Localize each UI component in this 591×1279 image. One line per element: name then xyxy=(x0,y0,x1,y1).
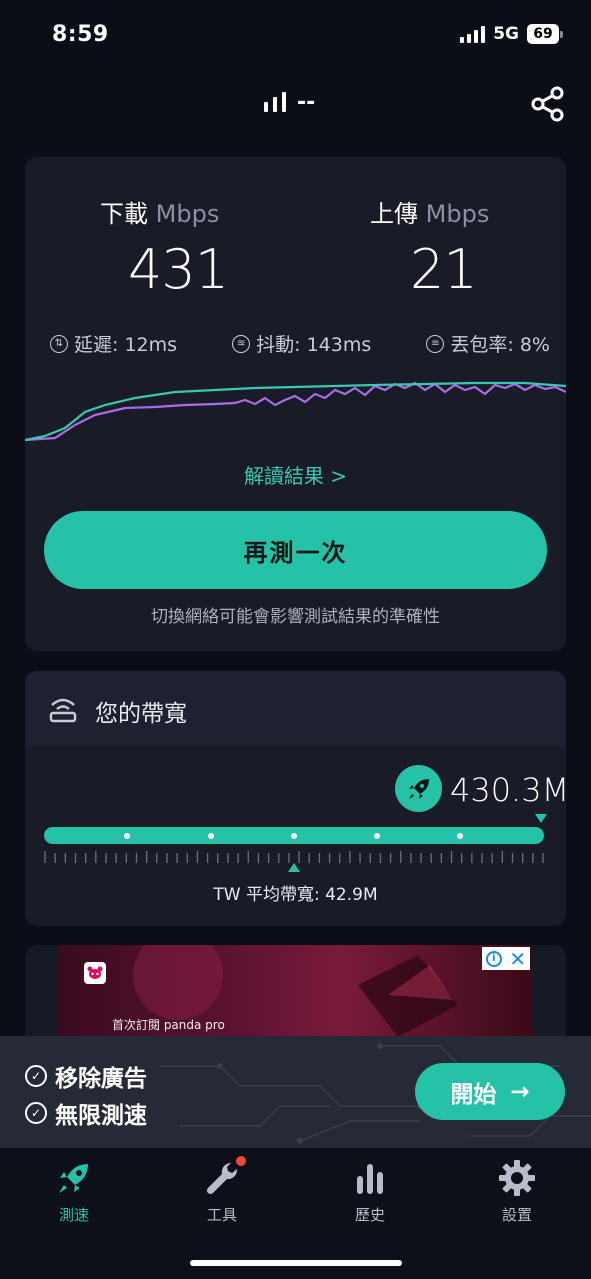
upload-unit: Mbps xyxy=(425,200,490,228)
network-hint: 切換網絡可能會影響測試結果的準確性 xyxy=(151,607,440,627)
notification-dot xyxy=(236,1156,246,1166)
jitter-stat: ≋ 抖動: 143ms xyxy=(232,330,371,357)
packet-loss-text: 丟包率: 8% xyxy=(450,334,550,356)
average-bandwidth-label: TW 平均帶寬: 42.9M xyxy=(213,885,378,905)
download-unit: Mbps xyxy=(155,200,220,228)
ad-info-icon[interactable]: i xyxy=(485,950,502,967)
battery-icon: 69 xyxy=(527,24,563,44)
upload-title: 上傳 xyxy=(370,200,418,228)
latency-text: 延遲: 12ms xyxy=(74,334,178,356)
battery-level: 69 xyxy=(527,24,559,44)
latency-stat: ⇅ 延遲: 12ms xyxy=(50,330,177,357)
tab-settings[interactable]: 設置 xyxy=(467,1158,567,1225)
upload-label: 上傳 Mbps xyxy=(370,194,489,229)
bandwidth-value: 430.3M xyxy=(450,771,570,809)
connection-name: -- xyxy=(297,90,316,115)
bar-dot xyxy=(374,833,380,839)
jitter-text: 抖動: 143ms xyxy=(256,334,372,356)
signal-bar-icon xyxy=(264,102,268,112)
tab-tools[interactable]: 工具 xyxy=(172,1156,272,1225)
tab-label: 工具 xyxy=(206,1206,237,1224)
start-button-label: 開始 xyxy=(450,1081,497,1108)
user-speed-marker xyxy=(535,814,547,823)
bandwidth-bar xyxy=(44,827,544,844)
download-value: 431 xyxy=(128,238,229,301)
gear-icon xyxy=(499,1160,535,1196)
arrow-right-icon: → xyxy=(510,1078,530,1105)
check-icon: ✓ xyxy=(25,1102,47,1124)
network-type: 5G xyxy=(493,24,519,44)
connection-indicator: -- xyxy=(264,90,316,115)
panda-logo xyxy=(84,962,106,984)
ad-text: 首次訂閱 panda pro xyxy=(112,1018,225,1032)
bar-dot xyxy=(124,833,130,839)
check-icon: ✓ xyxy=(25,1065,47,1087)
rocket-icon xyxy=(408,778,429,799)
packet-loss-stat: ≡ 丟包率: 8% xyxy=(426,330,550,357)
tab-label: 歷史 xyxy=(354,1206,385,1224)
interpret-results-link[interactable]: 解讀結果 > xyxy=(0,460,591,489)
bar-dot xyxy=(457,833,463,839)
latency-icon: ⇅ xyxy=(50,334,68,353)
tab-label: 測速 xyxy=(58,1206,89,1224)
router-icon xyxy=(49,698,77,723)
ad-close-icon[interactable]: ✕ xyxy=(509,949,526,969)
start-button[interactable]: 開始 → xyxy=(415,1063,565,1120)
share-icon[interactable] xyxy=(530,86,566,122)
download-label: 下載 Mbps xyxy=(100,194,219,229)
speed-graph xyxy=(25,381,566,442)
tab-label: 設置 xyxy=(501,1206,532,1224)
upload-line xyxy=(25,381,566,442)
bar-dot xyxy=(291,833,297,839)
promo-item1-text: 移除廣告 xyxy=(55,1066,147,1092)
promo-item2-text: 無限測速 xyxy=(55,1103,147,1129)
packet-loss-icon: ≡ xyxy=(426,334,445,353)
bandwidth-scale xyxy=(44,851,544,863)
average-speed-marker xyxy=(288,863,300,872)
upload-value: 21 xyxy=(410,238,478,301)
tab-speedtest[interactable]: 測速 xyxy=(24,1158,124,1225)
rocket-icon xyxy=(59,1164,88,1193)
rocket-badge xyxy=(395,765,442,812)
bandwidth-title: 您的帶寬 xyxy=(95,701,187,727)
status-time: 8:59 xyxy=(52,22,109,47)
jitter-icon: ≋ xyxy=(232,334,251,353)
promo-item-remove-ads: ✓ 移除廣告 xyxy=(25,1059,147,1093)
bar-chart-icon xyxy=(357,1164,383,1194)
home-indicator xyxy=(190,1260,402,1266)
bar-dot xyxy=(208,833,214,839)
cellular-signal-icon xyxy=(460,25,486,43)
network-stats: ⇅ 延遲: 12ms ≋ 抖動: 143ms ≡ 丟包率: 8% xyxy=(50,330,550,357)
download-title: 下載 xyxy=(100,200,148,228)
tab-history[interactable]: 歷史 xyxy=(320,1158,420,1225)
status-indicators: 5G 69 xyxy=(460,24,563,44)
retest-button[interactable]: 再測一次 xyxy=(44,511,547,589)
ad-choices-badge[interactable]: i ✕ xyxy=(482,947,530,970)
promo-item-unlimited: ✓ 無限測速 xyxy=(25,1096,147,1130)
